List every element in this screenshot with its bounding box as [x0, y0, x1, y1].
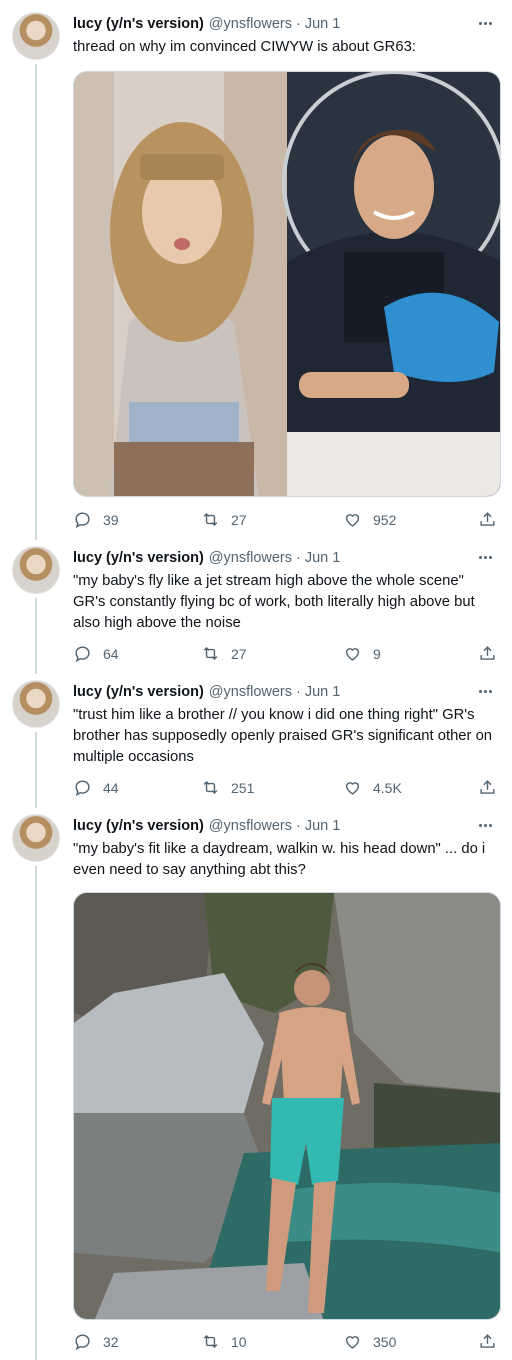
- share-button[interactable]: [478, 778, 508, 797]
- tweet-media[interactable]: [73, 71, 501, 497]
- more-icon[interactable]: [476, 818, 494, 832]
- like-count: 4.5K: [373, 779, 402, 796]
- more-icon[interactable]: [476, 550, 494, 564]
- reply-button[interactable]: 64: [73, 644, 119, 663]
- retweet-icon: [203, 780, 218, 795]
- retweet-icon: [203, 1334, 218, 1349]
- more-icon[interactable]: [476, 684, 494, 698]
- like-icon: [345, 648, 360, 661]
- author-handle[interactable]: @ynsflowers: [209, 16, 292, 32]
- separator: ·: [296, 16, 301, 32]
- avatar[interactable]: [12, 546, 60, 594]
- reply-icon: [75, 512, 90, 529]
- like-count: 952: [373, 511, 397, 528]
- retweet-button[interactable]: 10: [201, 1332, 247, 1351]
- like-count: 350: [373, 1333, 397, 1350]
- share-icon: [480, 646, 495, 660]
- tweet-text: "my baby's fly like a jet stream high ab…: [73, 573, 479, 631]
- author-name[interactable]: lucy (y/n's version): [73, 550, 204, 566]
- author-handle[interactable]: @ynsflowers: [209, 818, 292, 834]
- retweet-icon: [203, 646, 218, 661]
- avatar[interactable]: [12, 12, 60, 60]
- like-icon: [345, 1336, 360, 1349]
- tweet[interactable]: lucy (y/n's version) @ynsflowers · Jun 1…: [0, 546, 512, 671]
- tweet[interactable]: lucy (y/n's version) @ynsflowers · Jun 1…: [0, 814, 512, 1360]
- tweet[interactable]: lucy (y/n's version) @ynsflowers · Jun 1…: [0, 12, 512, 537]
- retweet-count: 10: [231, 1333, 247, 1350]
- reply-icon: [75, 1334, 90, 1351]
- tweet-header: lucy (y/n's version) @ynsflowers · Jun 1: [73, 548, 340, 568]
- reply-icon: [75, 780, 90, 797]
- author-name[interactable]: lucy (y/n's version): [73, 16, 204, 32]
- tweet-header: lucy (y/n's version) @ynsflowers · Jun 1: [73, 682, 340, 702]
- avatar[interactable]: [12, 680, 60, 728]
- tweet-text: thread on why im convinced CIWYW is abou…: [73, 39, 416, 55]
- author-name[interactable]: lucy (y/n's version): [73, 684, 204, 700]
- tweet-text: "trust him like a brother // you know i …: [73, 707, 497, 765]
- like-button[interactable]: 350: [343, 1332, 396, 1351]
- like-button[interactable]: 4.5K: [343, 778, 402, 797]
- reply-button[interactable]: 32: [73, 1332, 119, 1351]
- retweet-count: 27: [231, 511, 247, 528]
- more-icon[interactable]: [476, 16, 494, 30]
- tweet-media[interactable]: [73, 892, 501, 1320]
- separator: ·: [296, 684, 301, 700]
- share-button[interactable]: [478, 1332, 508, 1351]
- author-handle[interactable]: @ynsflowers: [209, 684, 292, 700]
- tweet-date[interactable]: Jun 1: [305, 684, 340, 700]
- like-button[interactable]: 9: [343, 644, 381, 663]
- tweet-header: lucy (y/n's version) @ynsflowers · Jun 1: [73, 14, 340, 34]
- tweet-actions: 64 27 9: [73, 644, 503, 666]
- like-count: 9: [373, 645, 381, 662]
- separator: ·: [296, 550, 301, 566]
- retweet-count: 251: [231, 779, 255, 796]
- reply-button[interactable]: 44: [73, 778, 119, 797]
- tweet-date[interactable]: Jun 1: [305, 16, 340, 32]
- retweet-button[interactable]: 27: [201, 510, 247, 529]
- author-name[interactable]: lucy (y/n's version): [73, 818, 204, 834]
- share-icon: [480, 780, 495, 794]
- tweet-actions: 32 10 350: [73, 1332, 503, 1354]
- reply-count: 39: [103, 511, 119, 528]
- separator: ·: [296, 818, 301, 834]
- share-icon: [480, 512, 495, 526]
- tweet-text: "my baby's fit like a daydream, walkin w…: [73, 841, 490, 878]
- share-button[interactable]: [478, 510, 508, 529]
- tweet-actions: 39 27 952: [73, 510, 503, 532]
- tweet-date[interactable]: Jun 1: [305, 818, 340, 834]
- photo-collage: [74, 72, 500, 496]
- retweet-count: 27: [231, 645, 247, 662]
- retweet-button[interactable]: 251: [201, 778, 254, 797]
- reply-icon: [75, 646, 90, 663]
- like-icon: [345, 782, 360, 795]
- reply-count: 64: [103, 645, 119, 662]
- reply-count: 32: [103, 1333, 119, 1350]
- reply-count: 44: [103, 779, 119, 796]
- tweet[interactable]: lucy (y/n's version) @ynsflowers · Jun 1…: [0, 680, 512, 805]
- author-handle[interactable]: @ynsflowers: [209, 550, 292, 566]
- tweet-header: lucy (y/n's version) @ynsflowers · Jun 1: [73, 816, 340, 836]
- reply-button[interactable]: 39: [73, 510, 119, 529]
- tweet-date[interactable]: Jun 1: [305, 550, 340, 566]
- like-icon: [345, 514, 360, 527]
- share-icon: [480, 1334, 495, 1348]
- avatar[interactable]: [12, 814, 60, 862]
- retweet-icon: [203, 512, 218, 527]
- share-button[interactable]: [478, 644, 508, 663]
- like-button[interactable]: 952: [343, 510, 396, 529]
- tweet-actions: 44 251 4.5K: [73, 778, 503, 800]
- retweet-button[interactable]: 27: [201, 644, 247, 663]
- photo: [74, 893, 500, 1319]
